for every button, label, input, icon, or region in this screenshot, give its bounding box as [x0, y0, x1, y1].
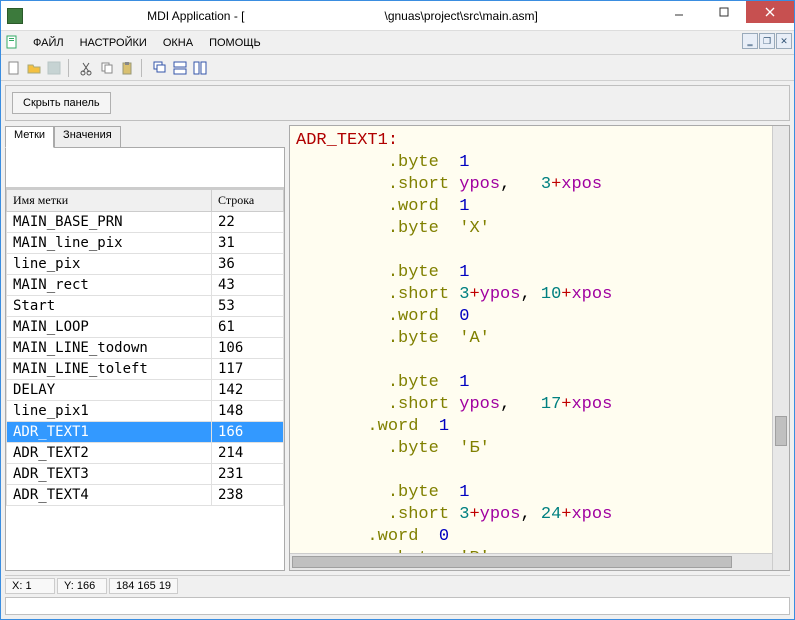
- table-row[interactable]: ADR_TEXT1166: [7, 422, 284, 443]
- app-icon: [7, 8, 23, 24]
- table-row[interactable]: line_pix36: [7, 254, 284, 275]
- save-file-icon[interactable]: [45, 59, 63, 77]
- table-row[interactable]: DELAY142: [7, 380, 284, 401]
- col-label-line[interactable]: Строка: [212, 190, 284, 212]
- maximize-button[interactable]: [701, 1, 746, 23]
- mdi-close-button[interactable]: ✕: [776, 33, 792, 49]
- table-row[interactable]: ADR_TEXT2214: [7, 443, 284, 464]
- paste-icon[interactable]: [118, 59, 136, 77]
- status-y: Y: 166: [57, 578, 107, 594]
- top-panel: Скрыть панель: [5, 85, 790, 121]
- statusbar: X: 1 Y: 166 184 165 19: [5, 575, 790, 595]
- tab-values[interactable]: Значения: [54, 126, 121, 148]
- tab-labels[interactable]: Метки: [5, 126, 54, 148]
- open-file-icon[interactable]: [25, 59, 43, 77]
- table-row[interactable]: Start53: [7, 296, 284, 317]
- horizontal-scrollbar[interactable]: [290, 553, 772, 570]
- filter-row: [6, 148, 284, 188]
- table-row[interactable]: MAIN_LINE_toleft117: [7, 359, 284, 380]
- copy-icon[interactable]: [98, 59, 116, 77]
- window-title: MDI Application - [\gnuas\project\src\ma…: [29, 9, 656, 23]
- table-row[interactable]: MAIN_line_pix31: [7, 233, 284, 254]
- table-row[interactable]: ADR_TEXT3231: [7, 464, 284, 485]
- cascade-icon[interactable]: [151, 59, 169, 77]
- cut-icon[interactable]: [78, 59, 96, 77]
- mdi-restore-button[interactable]: ❐: [759, 33, 775, 49]
- mdi-minimize-button[interactable]: ‗: [742, 33, 758, 49]
- minimize-button[interactable]: [656, 1, 701, 23]
- status-x: X: 1: [5, 578, 55, 594]
- labels-pane: Метки Значения Имя метки Строка MAIN_BAS…: [5, 125, 285, 571]
- col-label-name[interactable]: Имя метки: [7, 190, 212, 212]
- doc-icon: [5, 35, 21, 51]
- table-row[interactable]: MAIN_LOOP61: [7, 317, 284, 338]
- bottom-bar: [5, 597, 790, 615]
- table-row[interactable]: MAIN_LINE_todown106: [7, 338, 284, 359]
- table-row[interactable]: MAIN_BASE_PRN22: [7, 212, 284, 233]
- titlebar: MDI Application - [\gnuas\project\src\ma…: [1, 1, 794, 31]
- menu-file[interactable]: ФАЙЛ: [25, 35, 72, 51]
- close-button[interactable]: [746, 1, 794, 23]
- code-editor[interactable]: ADR_TEXT1: .byte 1 .short ypos, 3+xpos .…: [289, 125, 790, 571]
- menu-settings[interactable]: НАСТРОЙКИ: [72, 35, 155, 51]
- table-row[interactable]: MAIN_rect43: [7, 275, 284, 296]
- status-selection: 184 165 19: [109, 578, 178, 594]
- toolbar: [1, 55, 794, 81]
- hide-panel-button[interactable]: Скрыть панель: [12, 92, 111, 114]
- menu-help[interactable]: ПОМОЩЬ: [201, 35, 269, 51]
- menubar: ФАЙЛ НАСТРОЙКИ ОКНА ПОМОЩЬ ‗ ❐ ✕: [1, 31, 794, 55]
- labels-grid[interactable]: Имя метки Строка MAIN_BASE_PRN22MAIN_lin…: [6, 188, 284, 570]
- tile-h-icon[interactable]: [171, 59, 189, 77]
- new-file-icon[interactable]: [5, 59, 23, 77]
- tile-v-icon[interactable]: [191, 59, 209, 77]
- table-row[interactable]: ADR_TEXT4238: [7, 485, 284, 506]
- table-row[interactable]: line_pix1148: [7, 401, 284, 422]
- menu-windows[interactable]: ОКНА: [155, 35, 201, 51]
- vertical-scrollbar[interactable]: [772, 126, 789, 570]
